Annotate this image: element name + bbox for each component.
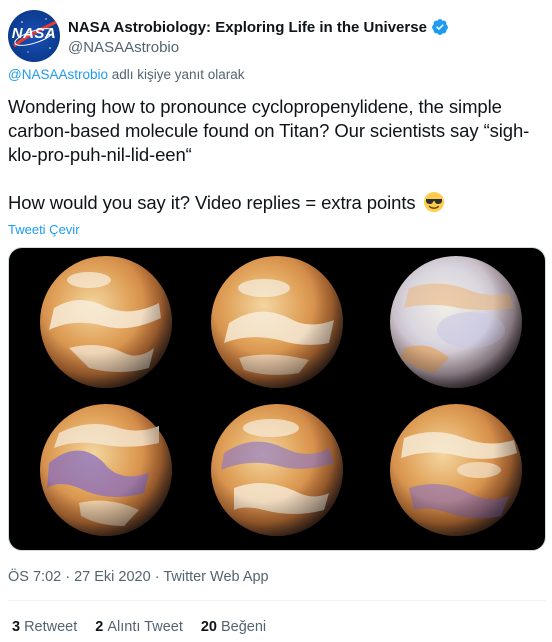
tweet-date[interactable]: 27 Eki 2020 [74, 569, 151, 585]
titan-globe-4 [40, 404, 172, 536]
tweet-source[interactable]: Twitter Web App [163, 569, 268, 585]
translate-tweet-link[interactable]: Tweeti Çevir [8, 222, 80, 237]
meta-separator-1: · [61, 569, 75, 585]
tweet-meta: ÖS 7:02 · 27 Eki 2020 · Twitter Web App [8, 569, 269, 585]
quote-tweet-count: 2 [95, 619, 104, 635]
titan-globe-2 [211, 256, 343, 388]
avatar[interactable]: NASA [8, 10, 60, 62]
tweet-time[interactable]: ÖS 7:02 [8, 569, 61, 585]
titan-globe-5 [211, 404, 343, 536]
tweet-paragraph-2-wrapper: How would you say it? Video replies = ex… [8, 191, 546, 215]
tweet-media-image[interactable] [8, 247, 546, 551]
retweet-count: 3 [12, 619, 21, 635]
titan-globe-1 [40, 256, 172, 388]
titan-globe-6 [390, 404, 522, 536]
like-stat[interactable]: 20 Beğeni [201, 619, 266, 635]
display-name[interactable]: NASA Astrobiology: Exploring Life in the… [68, 19, 427, 36]
titan-globes-image [40, 256, 522, 536]
author-handle[interactable]: @NASAAstrobio [68, 39, 179, 56]
meta-separator-2: · [150, 569, 164, 585]
retweet-stat[interactable]: 3 Retweet [12, 619, 77, 635]
titan-globe-3 [390, 256, 522, 388]
tweet-paragraph-2: How would you say it? Video replies = ex… [8, 192, 416, 213]
tweet-text: Wondering how to pronounce cyclopropenyl… [8, 95, 546, 215]
smiling-face-with-sunglasses-icon [423, 191, 445, 213]
divider [8, 600, 546, 601]
like-label: Beğeni [221, 619, 267, 635]
tweet-header: NASA NASA Astrobiology: Exploring Life i… [8, 8, 548, 68]
tweet-stats: 3 Retweet 2 Alıntı Tweet 20 Beğeni [12, 619, 284, 635]
verified-badge-icon [431, 18, 449, 36]
quote-tweet-stat[interactable]: 2 Alıntı Tweet [95, 619, 183, 635]
reply-mention-link[interactable]: @NASAAstrobio [8, 67, 108, 82]
retweet-label: Retweet [24, 619, 78, 635]
reply-context: @NASAAstrobio adlı kişiye yanıt olarak [8, 67, 245, 82]
tweet-paragraph-1: Wondering how to pronounce cyclopropenyl… [8, 96, 530, 165]
like-count: 20 [200, 619, 217, 635]
quote-tweet-label: Alıntı Tweet [107, 619, 183, 635]
name-row: NASA Astrobiology: Exploring Life in the… [68, 18, 449, 36]
avatar-label: NASA [11, 25, 57, 42]
reply-context-label: adlı kişiye yanıt olarak [108, 67, 245, 82]
